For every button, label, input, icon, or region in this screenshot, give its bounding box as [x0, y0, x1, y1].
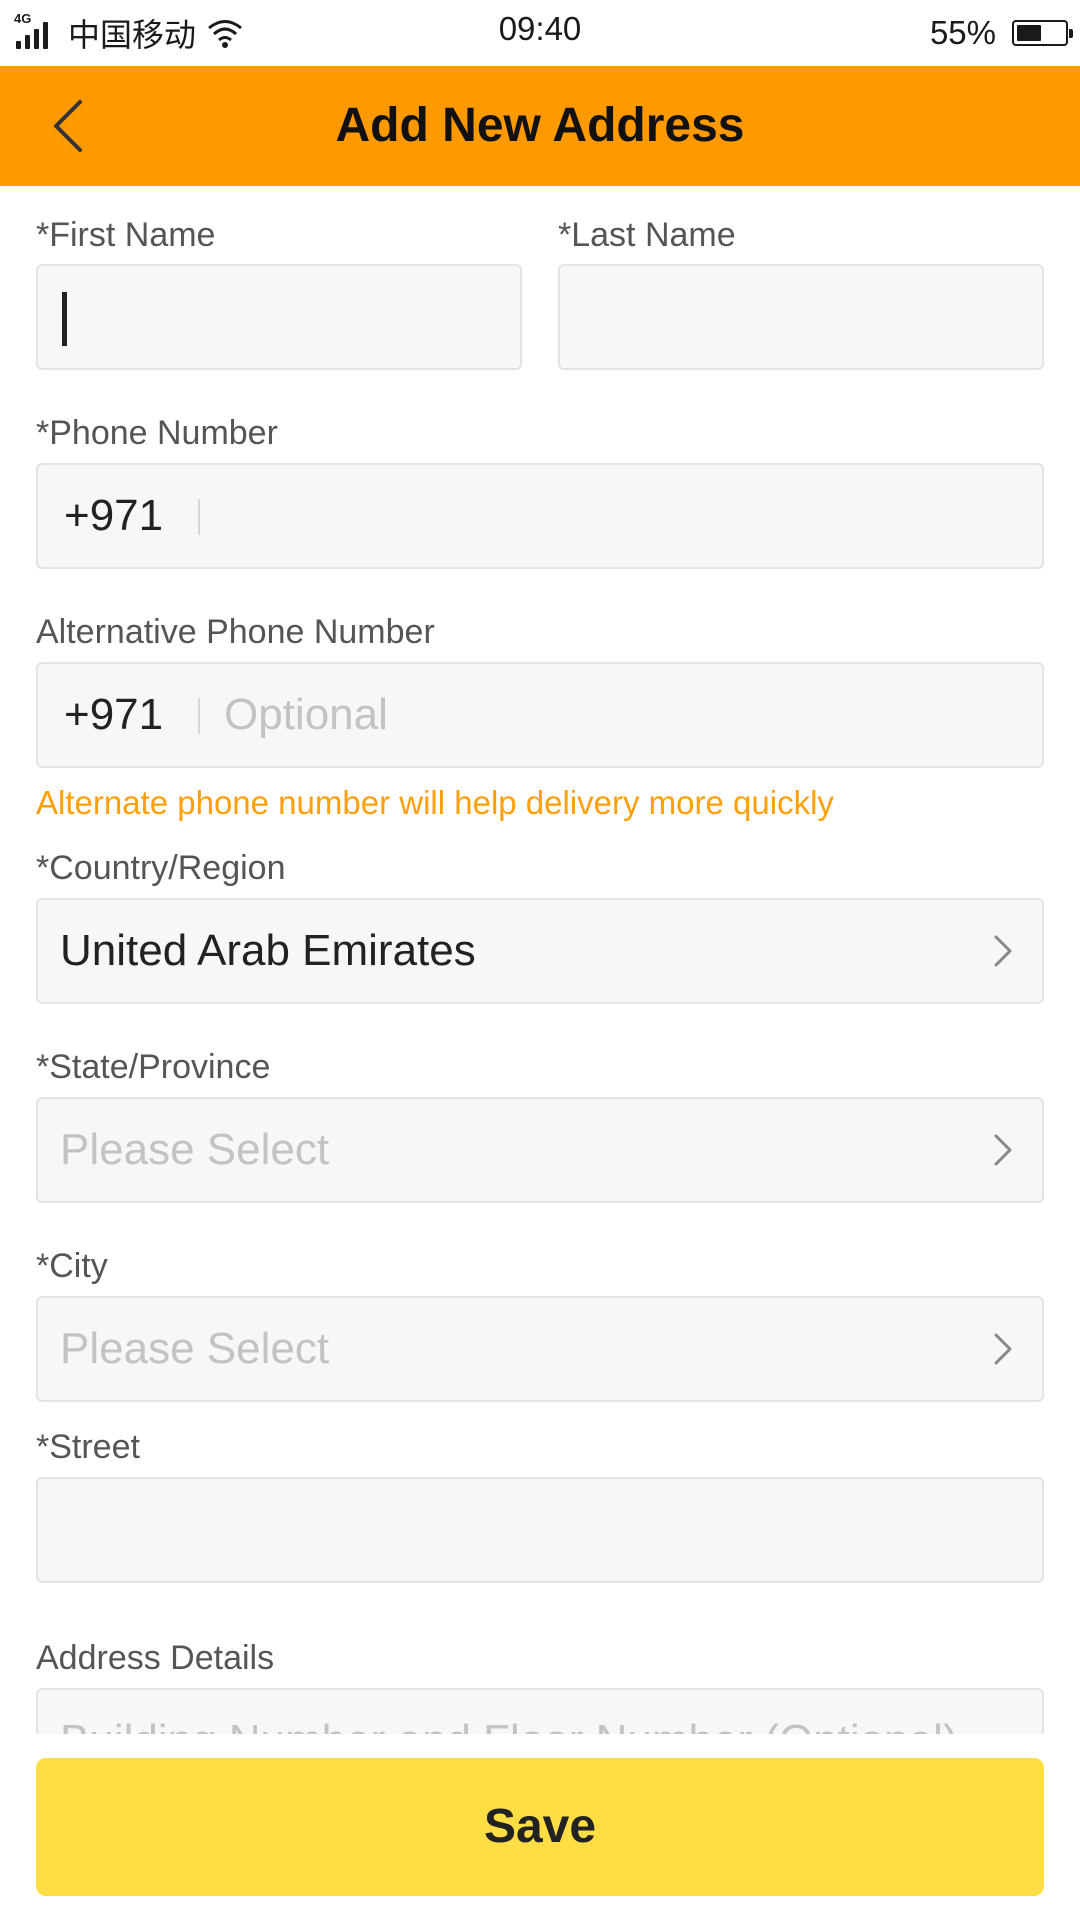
header-bar: Add New Address — [0, 66, 1080, 186]
chevron-right-icon — [994, 1134, 1012, 1166]
first-name-label: *First Name — [36, 216, 216, 254]
first-name-input[interactable] — [36, 264, 522, 370]
phone-country-code: +971 — [64, 491, 164, 540]
address-form: *First Name *Last Name *Phone Number +97… — [0, 186, 1080, 1734]
address-details-input[interactable]: Building Number and Floor Number (Option… — [36, 1688, 1044, 1734]
alt-phone-label: Alternative Phone Number — [36, 613, 435, 651]
alt-phone-country-code: +971 — [64, 690, 164, 739]
city-placeholder: Please Select — [60, 1324, 330, 1373]
back-button[interactable] — [30, 88, 106, 164]
phone-input[interactable]: +971 — [36, 463, 1044, 569]
status-time: 09:40 — [498, 10, 582, 47]
address-details-placeholder: Building Number and Floor Number (Option… — [60, 1716, 958, 1734]
last-name-input[interactable] — [558, 264, 1044, 370]
chevron-left-icon — [54, 100, 82, 152]
chevron-right-icon — [994, 935, 1012, 967]
alt-phone-input[interactable]: +971 Optional — [36, 662, 1044, 768]
battery-icon — [1012, 20, 1073, 46]
city-select[interactable]: Please Select — [36, 1296, 1044, 1402]
status-right: 55% — [929, 8, 1073, 58]
prefix-divider — [198, 698, 200, 734]
status-bar: 4G 中国移动 09:40 55% — [0, 0, 1080, 66]
country-label: *Country/Region — [36, 849, 286, 887]
alt-phone-hint: Alternate phone number will help deliver… — [36, 784, 834, 821]
alt-phone-placeholder: Optional — [224, 690, 388, 739]
state-label: *State/Province — [36, 1048, 271, 1086]
state-placeholder: Please Select — [60, 1125, 330, 1174]
page-title: Add New Address — [335, 99, 745, 152]
country-value: United Arab Emirates — [60, 926, 476, 975]
street-label: *Street — [36, 1428, 140, 1466]
prefix-divider — [198, 499, 200, 535]
address-details-label: Address Details — [36, 1639, 275, 1677]
last-name-label: *Last Name — [558, 216, 736, 254]
save-button[interactable]: Save — [36, 1758, 1044, 1896]
chevron-right-icon — [994, 1333, 1012, 1365]
state-select[interactable]: Please Select — [36, 1097, 1044, 1203]
country-select[interactable]: United Arab Emirates — [36, 898, 1044, 1004]
text-cursor — [62, 292, 67, 346]
add-address-screen: 4G 中国移动 09:40 55% Add New Address *First… — [0, 0, 1080, 1920]
battery-percent: 55% — [929, 14, 996, 51]
phone-label: *Phone Number — [36, 414, 278, 452]
city-label: *City — [36, 1247, 108, 1285]
street-input[interactable] — [36, 1477, 1044, 1583]
